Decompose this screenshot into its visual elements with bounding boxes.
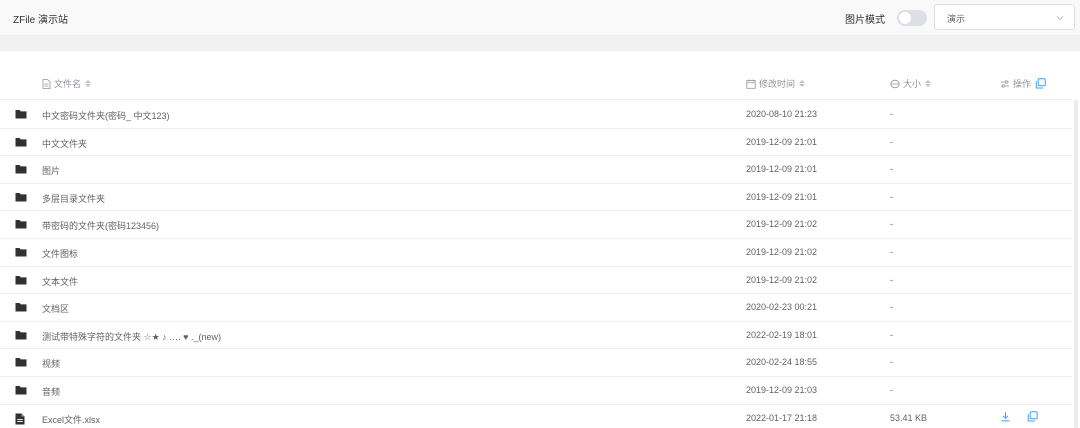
table-row[interactable]: 中文文件夹 2019-12-09 21:01 - xyxy=(0,129,1072,157)
file-name[interactable]: Excel文件.xlsx xyxy=(42,413,100,426)
table-row[interactable]: 中文密码文件夹(密码_ 中文123) 2020-08-10 21:23 - xyxy=(0,101,1072,129)
modified-time: 2019-12-09 21:02 xyxy=(746,219,818,230)
top-bar: ZFile 演示站 图片模式 演示 xyxy=(0,0,1080,36)
file-name[interactable]: 图片 xyxy=(42,164,60,177)
sort-icon[interactable] xyxy=(799,80,806,87)
document-icon xyxy=(42,78,51,89)
download-icon[interactable] xyxy=(1000,411,1011,424)
sort-icon[interactable] xyxy=(85,80,92,87)
chevron-down-icon xyxy=(1056,16,1064,21)
file-name[interactable]: 测试带特殊字符的文件夹 ☆★ ♪ …. ♥ ._(new) xyxy=(42,330,221,343)
table-row[interactable]: Excel文件.xlsx 2022-01-17 21:18 53.41 KB xyxy=(0,405,1072,428)
modified-time: 2020-02-23 00:21 xyxy=(746,302,818,313)
file-name[interactable]: 中文密码文件夹(密码_ 中文123) xyxy=(42,109,170,122)
file-size: 53.41 KB xyxy=(890,412,928,423)
folder-icon xyxy=(15,137,27,149)
folder-icon xyxy=(15,385,27,397)
modified-time: 2019-12-09 21:02 xyxy=(746,246,818,257)
table-row[interactable]: 图片 2019-12-09 21:01 - xyxy=(0,156,1072,184)
file-size: - xyxy=(890,136,893,147)
modified-time: 2022-01-17 21:18 xyxy=(746,412,818,423)
folder-icon xyxy=(15,275,27,287)
site-title[interactable]: ZFile 演示站 xyxy=(13,11,68,26)
modified-time: 2019-12-09 21:02 xyxy=(746,274,818,285)
modified-time: 2019-12-09 21:01 xyxy=(746,164,818,175)
modified-time: 2019-12-09 21:03 xyxy=(746,384,818,395)
drive-select-value: 演示 xyxy=(947,14,966,24)
drive-select[interactable]: 演示 xyxy=(934,4,1075,30)
column-actions-label: 操作 xyxy=(1013,79,1032,89)
sort-icon[interactable] xyxy=(925,80,932,87)
folder-icon xyxy=(15,109,27,121)
table-row[interactable]: 音频 2019-12-09 21:03 - xyxy=(0,377,1072,405)
folder-icon xyxy=(15,192,27,204)
modified-time: 2022-02-19 18:01 xyxy=(746,329,818,340)
table-row[interactable]: 测试带特殊字符的文件夹 ☆★ ♪ …. ♥ ._(new) 2022-02-19 … xyxy=(0,322,1072,350)
scrollbar[interactable] xyxy=(1074,100,1078,428)
column-header-actions: 操作 xyxy=(1000,77,1049,90)
table-row[interactable]: 文本文件 2019-12-09 21:02 - xyxy=(0,267,1072,295)
column-name-label: 文件名 xyxy=(54,79,82,89)
file-size: - xyxy=(890,246,893,257)
copy-all-icon[interactable] xyxy=(1035,78,1046,89)
column-time-label: 修改时间 xyxy=(759,79,796,89)
file-name[interactable]: 文档区 xyxy=(42,302,69,315)
modified-time: 2019-12-09 21:01 xyxy=(746,136,818,147)
modified-time: 2020-02-24 18:55 xyxy=(746,357,818,368)
table-row[interactable]: 视频 2020-02-24 18:55 - xyxy=(0,349,1072,377)
file-name[interactable]: 文件图标 xyxy=(42,247,78,260)
table-row[interactable]: 多层目录文件夹 2019-12-09 21:01 - xyxy=(0,184,1072,212)
toggle-knob xyxy=(899,12,911,24)
sliders-icon xyxy=(1001,79,1009,88)
table-header: 文件名 修改时间 大小 操作 xyxy=(0,67,1072,100)
column-header-time[interactable]: 修改时间 xyxy=(746,77,806,90)
file-name[interactable]: 文本文件 xyxy=(42,275,78,288)
folder-icon xyxy=(15,247,27,259)
modified-time: 2019-12-09 21:01 xyxy=(746,191,818,202)
file-size: - xyxy=(890,219,893,230)
folder-icon xyxy=(15,330,27,342)
column-header-size[interactable]: 大小 xyxy=(890,77,932,90)
table-row[interactable]: 文件图标 2019-12-09 21:02 - xyxy=(0,239,1072,267)
folder-icon xyxy=(15,164,27,176)
file-size: - xyxy=(890,357,893,368)
file-name[interactable]: 多层目录文件夹 xyxy=(42,192,105,205)
column-header-name[interactable]: 文件名 xyxy=(42,77,92,90)
table-row[interactable]: 带密码的文件夹(密码123456) 2019-12-09 21:02 - xyxy=(0,211,1072,239)
breadcrumb-strip xyxy=(0,36,1080,51)
file-icon xyxy=(15,413,25,427)
table-row[interactable]: 文档区 2020-02-23 00:21 - xyxy=(0,294,1072,322)
copy-link-icon[interactable] xyxy=(1027,410,1038,424)
file-size: - xyxy=(890,274,893,285)
file-size: - xyxy=(890,191,893,202)
file-size: - xyxy=(890,384,893,395)
column-size-label: 大小 xyxy=(903,79,922,89)
folder-icon xyxy=(15,219,27,231)
file-size: - xyxy=(890,329,893,340)
folder-icon xyxy=(15,302,27,314)
file-size: - xyxy=(890,164,893,175)
folder-icon xyxy=(15,357,27,369)
file-name[interactable]: 音频 xyxy=(42,385,60,398)
file-table-body: 中文密码文件夹(密码_ 中文123) 2020-08-10 21:23- 中文文件夹… xyxy=(0,101,1072,428)
modified-time: 2020-08-10 21:23 xyxy=(746,109,818,119)
file-name[interactable]: 带密码的文件夹(密码123456) xyxy=(42,219,159,232)
file-name[interactable]: 中文文件夹 xyxy=(42,137,87,150)
image-mode-toggle[interactable] xyxy=(897,10,927,26)
image-mode-label: 图片模式 xyxy=(845,15,885,26)
file-name[interactable]: 视频 xyxy=(42,357,60,370)
file-size: - xyxy=(890,109,893,119)
file-size: - xyxy=(890,302,893,313)
storage-icon xyxy=(890,79,900,88)
calendar-icon xyxy=(746,79,756,89)
